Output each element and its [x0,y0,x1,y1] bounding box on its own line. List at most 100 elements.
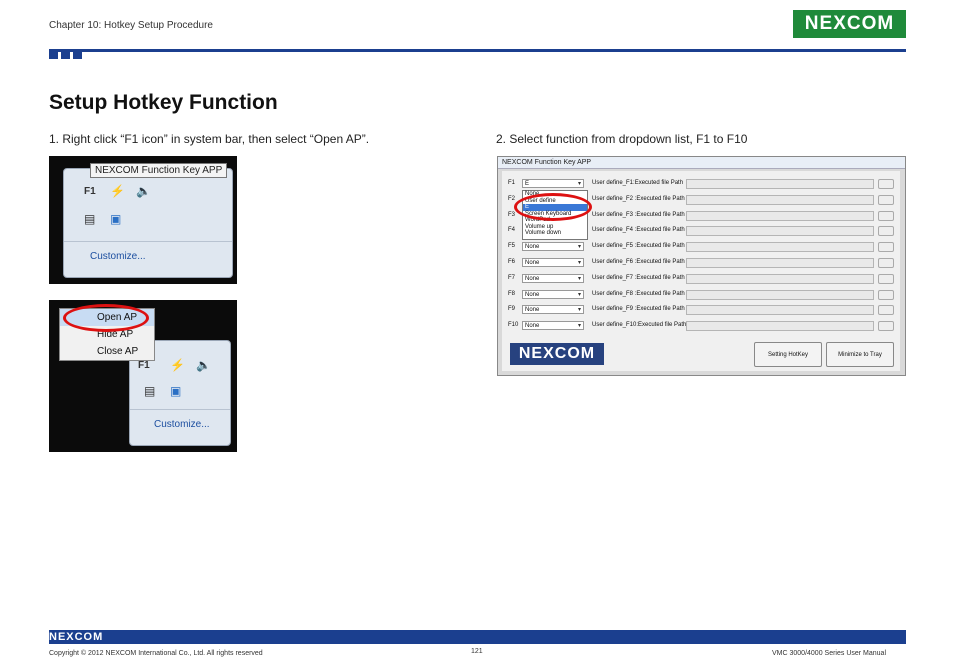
network-muted-icon[interactable]: ⚡ [110,185,125,197]
path-input[interactable] [686,321,874,332]
row-key-label: F7 [508,274,516,281]
chevron-down-icon[interactable]: ▾ [578,180,581,189]
executed-path-label: User define_F4 :Executed file Path [592,227,685,234]
footer-logo: NEXCOM [49,631,104,643]
header-square [61,52,70,59]
step-1-text: 1. Right click “F1 icon” in system bar, … [49,132,370,146]
function-select[interactable]: None ▾ [522,305,584,315]
chevron-down-icon[interactable]: ▾ [578,243,581,252]
path-input[interactable] [686,258,874,268]
chapter-title: Chapter 10: Hotkey Setup Procedure [49,20,213,31]
browse-button[interactable] [878,210,894,221]
function-select[interactable]: None ▾ [522,258,584,267]
browse-button[interactable] [878,258,894,268]
executed-path-label: User define_F2 :Executed file Path [592,195,685,202]
executed-path-label: User define_F6 :Executed file Path [592,259,685,265]
copyright-text: Copyright © 2012 NEXCOM International Co… [49,650,263,657]
function-select-value: None [525,291,540,298]
monitor-icon[interactable]: ▣ [170,385,181,397]
tray-overflow-panel: F1 ⚡ 🔈 ▤ ▣ Customize... [63,168,233,278]
function-select-value: None [525,307,540,314]
row-key-label: F4 [508,227,516,234]
row-key-label: F9 [508,306,516,313]
page-number: 121 [471,648,483,655]
row-key-label: F8 [508,290,516,297]
customize-link[interactable]: Customize... [154,419,210,430]
function-select[interactable]: None ▾ [522,273,584,284]
customize-link[interactable]: Customize... [90,251,146,262]
path-input[interactable] [686,273,874,284]
path-input[interactable] [686,242,874,253]
nexcom-logo: NEXCOM [793,10,906,38]
chevron-down-icon[interactable]: ▾ [578,259,581,268]
header-square [49,52,58,59]
browse-button[interactable] [878,179,894,189]
dropdown-option[interactable]: Volume down [523,230,587,237]
speaker-icon[interactable]: 🔈 [196,359,211,371]
path-input[interactable] [686,194,874,205]
browse-button[interactable] [878,242,894,253]
row-key-label: F5 [508,243,516,250]
monitor-icon[interactable]: ▣ [110,213,121,225]
browse-button[interactable] [878,226,894,237]
tray-screenshot-1: F1 ⚡ 🔈 ▤ ▣ Customize... NEXCOM Function … [49,156,237,284]
executed-path-label: User define_F1:Executed file Path [592,180,684,186]
window-title: NEXCOM Function Key APP [498,157,905,169]
display-icon[interactable]: ▤ [144,385,155,397]
path-input[interactable] [686,305,874,316]
menu-item-close-ap[interactable]: Close AP [60,343,154,360]
hotkey-row: F6 None ▾ User define_F6 :Executed file Pat… [502,258,900,270]
function-key-app-window: NEXCOM Function Key APP F1 E ▾ User define_… [497,156,906,376]
header-rule [49,49,906,52]
hotkey-row: F5 None ▾ User define_F5 :Executed file Pat… [502,242,900,254]
browse-button[interactable] [878,273,894,284]
page-title: Setup Hotkey Function [49,91,278,114]
function-select[interactable]: None ▾ [522,242,584,252]
header-square [73,52,82,59]
executed-path-label: User define_F9 :Executed file Path [592,306,685,313]
chevron-down-icon[interactable]: ▾ [578,291,581,300]
browse-button[interactable] [878,321,894,332]
f1-icon[interactable]: F1 [84,187,96,197]
function-select-value: E [525,181,530,187]
function-select[interactable]: None ▾ [522,321,584,331]
function-select[interactable]: None ▾ [522,289,584,300]
path-input[interactable] [686,179,874,189]
browse-button[interactable] [878,194,894,205]
function-select[interactable]: E ▾ [522,179,584,188]
browse-button[interactable] [878,305,894,316]
function-select-value: None [525,323,540,330]
minimize-to-tray-button[interactable]: Minimize to Tray [826,342,894,367]
function-select-value: None [525,260,540,266]
path-input[interactable] [686,210,874,221]
row-key-label: F3 [508,211,516,218]
row-key-label: F6 [508,259,516,265]
executed-path-label: User define_F7 :Executed file Path [592,274,685,281]
speaker-icon[interactable]: 🔈 [136,185,151,197]
browse-button[interactable] [878,289,894,300]
panel-divider [130,409,230,410]
network-muted-icon[interactable]: ⚡ [170,359,185,371]
function-select-value: None [525,244,540,251]
chevron-down-icon[interactable]: ▾ [578,306,581,315]
chevron-down-icon[interactable]: ▾ [578,275,581,284]
hotkey-row: F10 None ▾ User define_F10:Executed file Pa… [502,321,900,333]
footer-bar [49,630,906,644]
display-icon[interactable]: ▤ [84,213,95,225]
executed-path-label: User define_F10:Executed file Path [592,322,687,329]
app-logo-text: NEXCOM [518,345,596,362]
hotkey-row: F7 None ▾ User define_F7 :Executed file Pat… [502,273,900,286]
path-input[interactable] [686,226,874,237]
tooltip: NEXCOM Function Key APP [90,163,228,178]
highlight-oval [63,304,149,332]
executed-path-label: User define_F3 :Executed file Path [592,211,685,218]
step-2-text: 2. Select function from dropdown list, F… [496,132,748,146]
setting-hotkey-button[interactable]: Setting HotKey [754,342,822,367]
f1-icon[interactable]: F1 [138,361,150,371]
executed-path-label: User define_F8 :Executed file Path [592,290,685,297]
row-key-label: F1 [508,180,516,186]
logo-text: NEXCOM [804,13,895,34]
chevron-down-icon[interactable]: ▾ [578,322,581,331]
path-input[interactable] [686,289,874,300]
highlight-oval [514,193,592,221]
